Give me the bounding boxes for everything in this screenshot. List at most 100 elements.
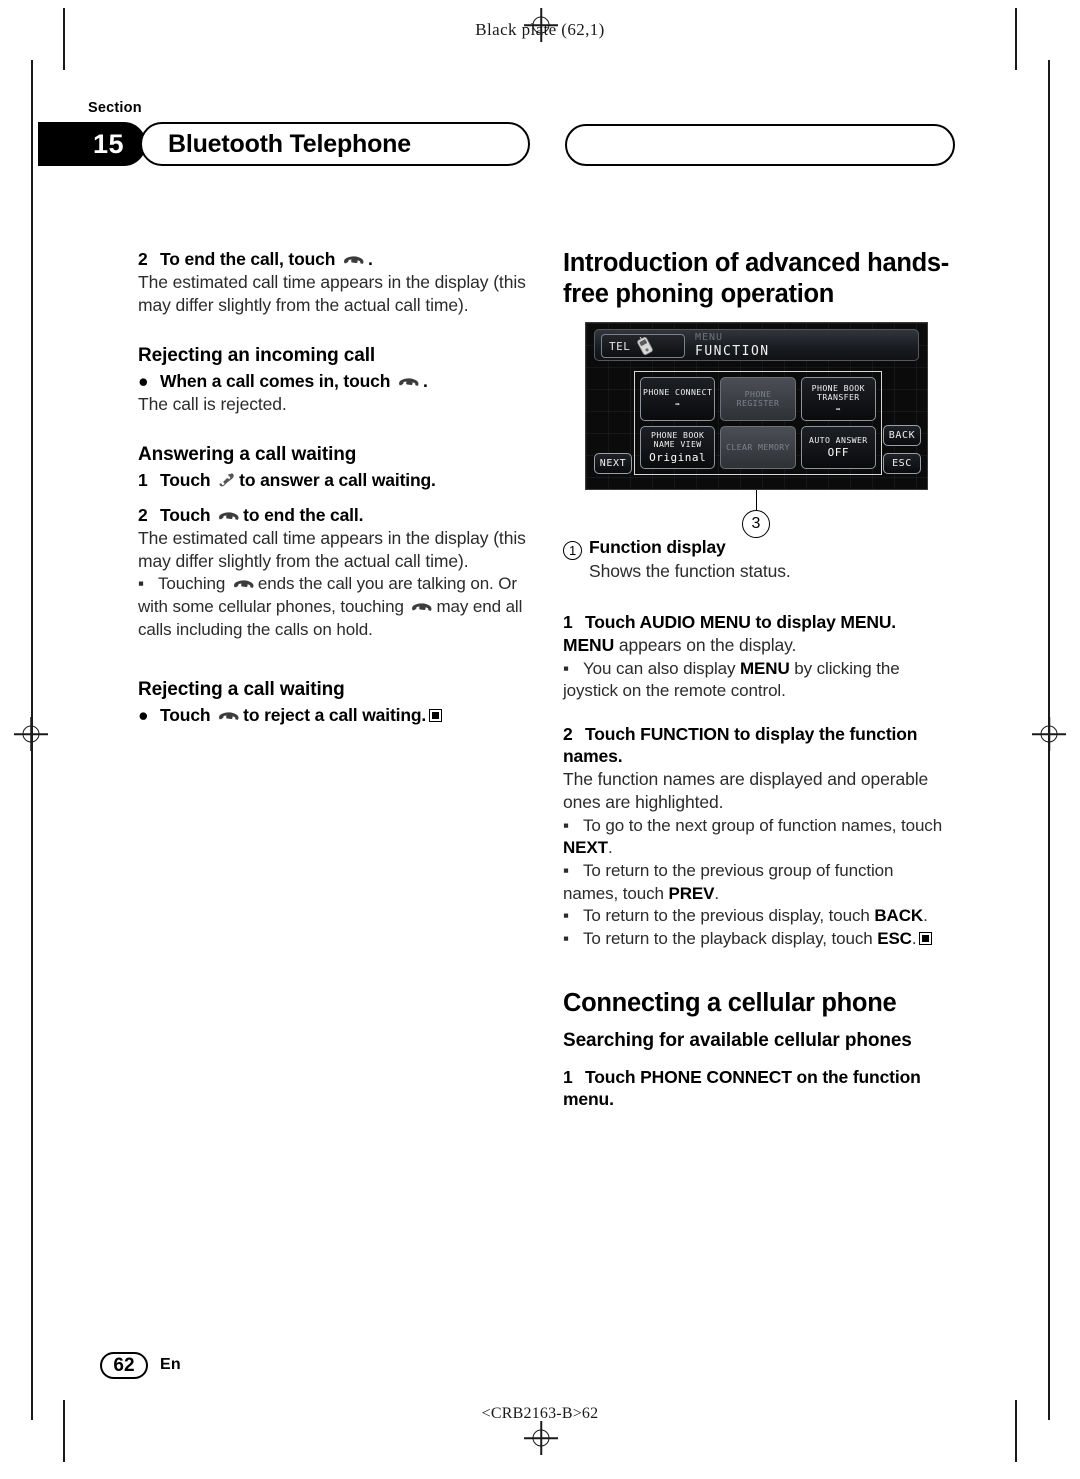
step-text: To end the call, touch bbox=[160, 249, 336, 269]
step-number: 1 bbox=[138, 470, 148, 491]
left-column: 2 To end the call, touch . The estimated … bbox=[138, 248, 528, 727]
tel-source-indicator: TEL bbox=[601, 334, 685, 359]
callout-description: Shows the function status. bbox=[589, 561, 791, 582]
section-end-mark bbox=[429, 709, 443, 723]
note-playback-display: ▪ To return to the playback display, touc… bbox=[563, 928, 953, 951]
phone-hangup-icon bbox=[412, 603, 432, 611]
callout-circled-number: 1 bbox=[563, 541, 582, 561]
joystick-note: ▪ You can also display MENU by clicking t… bbox=[563, 658, 953, 703]
esc-keyword: ESC bbox=[877, 928, 912, 948]
step-text: Touch bbox=[160, 470, 211, 491]
square-bullet-mark: ▪ bbox=[563, 928, 569, 948]
square-bullet-mark: ▪ bbox=[563, 815, 569, 835]
step-end-call: 2 To end the call, touch . bbox=[138, 248, 528, 271]
step-number: 2 bbox=[138, 505, 148, 526]
display-top-bar: TEL MENU FUNCTION bbox=[594, 329, 919, 362]
step-touch-audio-menu: 1 Touch AUDIO MENU to display MENU. bbox=[563, 611, 953, 634]
bullet-dot-mark: ● bbox=[138, 705, 149, 726]
function-buttons-panel: PHONE CONNECT ➡ PHONE REGISTER PHONE BOO… bbox=[634, 371, 882, 476]
step-text: Touch AUDIO MENU to display MENU. bbox=[585, 612, 897, 633]
touching-ends-call-note: ▪ Touching ends the call you are talking … bbox=[138, 573, 528, 641]
display-button-phone-register[interactable]: PHONE REGISTER bbox=[720, 377, 796, 421]
heading-rejecting-call-waiting: Rejecting a call waiting bbox=[138, 679, 345, 701]
square-bullet-mark: ▪ bbox=[563, 906, 569, 926]
estimated-time-note: The estimated call time appears in the d… bbox=[138, 271, 526, 316]
cellphone-icon bbox=[637, 337, 654, 356]
bullet-text: When a call comes in, touch bbox=[160, 371, 391, 392]
display-button-esc[interactable]: ESC bbox=[883, 453, 921, 475]
step-touch-function: 2 Touch FUNCTION to display the function … bbox=[563, 723, 953, 769]
display-function-label: FUNCTION bbox=[695, 344, 770, 360]
next-keyword: NEXT bbox=[563, 838, 608, 858]
heading-searching-available-phones: Searching for available cellular phones bbox=[563, 1029, 912, 1051]
display-button-auto-answer[interactable]: AUTO ANSWER OFF bbox=[800, 425, 876, 470]
page-title: Bluetooth Telephone bbox=[168, 129, 411, 158]
display-button-back[interactable]: BACK bbox=[883, 425, 921, 447]
heading-connecting-cellular-phone: Connecting a cellular phone bbox=[563, 989, 897, 1018]
callout-item-function-display: 1 Function display bbox=[563, 536, 953, 561]
step-text: Touch bbox=[160, 505, 211, 526]
section-title-pill-right-empty bbox=[565, 124, 955, 166]
square-bullet-mark: ▪ bbox=[563, 658, 569, 678]
bullet-dot-mark: ● bbox=[138, 371, 149, 392]
center-guide-line-left bbox=[31, 60, 33, 1420]
arrow-right-icon: ➡ bbox=[674, 399, 681, 410]
step-number: 1 bbox=[563, 1066, 573, 1087]
note-part-1: To go to the next group of function name… bbox=[583, 815, 943, 835]
display-button-phone-book-transfer[interactable]: PHONE BOOK TRANSFER ➡ bbox=[800, 377, 876, 421]
note-part-2: . bbox=[714, 883, 720, 903]
button-label: AUTO ANSWER bbox=[809, 434, 868, 445]
phone-answer-icon bbox=[219, 473, 234, 487]
display-button-phone-connect[interactable]: PHONE CONNECT ➡ bbox=[640, 377, 716, 421]
section-title-pill: Bluetooth Telephone bbox=[140, 122, 530, 166]
plate-header: Black plate (62,1) bbox=[475, 20, 605, 39]
callout-label: Function display bbox=[589, 537, 726, 558]
page-language-label: En bbox=[160, 1356, 181, 1373]
display-menu-label: MENU bbox=[695, 332, 724, 344]
display-button-phone-book-name-view[interactable]: PHONE BOOK NAME VIEW Original bbox=[640, 425, 716, 470]
callout-leader-line bbox=[756, 490, 758, 513]
tel-label: TEL bbox=[609, 339, 631, 353]
device-display-figure: TEL MENU FUNCTION PHONE CONNECT ➡ PHONE … bbox=[585, 322, 928, 491]
note-part-1: Touching bbox=[158, 574, 226, 594]
prev-keyword: PREV bbox=[668, 883, 715, 903]
phone-hangup-icon bbox=[219, 712, 239, 721]
button-label: PHONE REGISTER bbox=[736, 388, 780, 408]
phone-hangup-icon bbox=[233, 580, 254, 589]
arrow-right-icon: ➡ bbox=[835, 404, 841, 415]
bullet-when-call-comes-in: ● When a call comes in, touch . bbox=[138, 370, 528, 393]
bullet-text-after: . bbox=[423, 371, 428, 392]
note-part-1: To return to the playback display, touch bbox=[583, 928, 878, 948]
square-bullet-mark: ▪ bbox=[138, 574, 144, 594]
button-label: PHONE BOOK TRANSFER bbox=[811, 382, 865, 402]
step-number: 2 bbox=[138, 249, 148, 269]
menu-keyword: MENU bbox=[563, 635, 615, 656]
callout-number-bubble: 3 bbox=[742, 510, 770, 539]
phone-hangup-icon bbox=[219, 512, 239, 520]
phone-hangup-icon bbox=[399, 378, 419, 387]
note-previous-display: ▪ To return to the previous display, touc… bbox=[563, 905, 953, 928]
note-part-1: To return to the previous group of funct… bbox=[563, 860, 894, 903]
square-bullet-mark: ▪ bbox=[563, 860, 569, 880]
bullet-reject-call-waiting: ● Touch to reject a call waiting. bbox=[138, 704, 528, 727]
step-touch-phone-connect: 1 Touch PHONE CONNECT on the function men… bbox=[563, 1066, 953, 1112]
document-code: <CRB2163-B>62 bbox=[481, 1405, 599, 1422]
estimated-time-note-2: The estimated call time appears in the d… bbox=[138, 527, 526, 572]
button-label: CLEAR MEMORY bbox=[726, 441, 790, 452]
button-value: OFF bbox=[827, 445, 850, 459]
step-end-call-waiting: 2 Touch to end the call. bbox=[138, 504, 528, 527]
section-label: Section bbox=[88, 100, 142, 116]
note-part-2: . bbox=[923, 906, 928, 926]
display-button-next[interactable]: NEXT bbox=[594, 453, 632, 475]
step-number: 1 bbox=[563, 612, 573, 633]
figure-callout: 3 bbox=[585, 490, 928, 539]
note-part-1: To return to the previous display, touch bbox=[583, 906, 875, 926]
note-previous-group: ▪ To return to the previous group of func… bbox=[563, 860, 953, 905]
display-button-clear-memory[interactable]: CLEAR MEMORY bbox=[720, 425, 796, 470]
bullet-text-after: to reject a call waiting. bbox=[243, 705, 427, 726]
step-text: Touch FUNCTION to display the function n… bbox=[563, 723, 918, 767]
registration-mark-bottom bbox=[524, 1421, 558, 1455]
button-value: Original bbox=[649, 450, 707, 464]
menu-keyword: MENU bbox=[740, 658, 790, 678]
step-answer-call-waiting: 1 Touch to answer a call waiting. bbox=[138, 469, 528, 492]
